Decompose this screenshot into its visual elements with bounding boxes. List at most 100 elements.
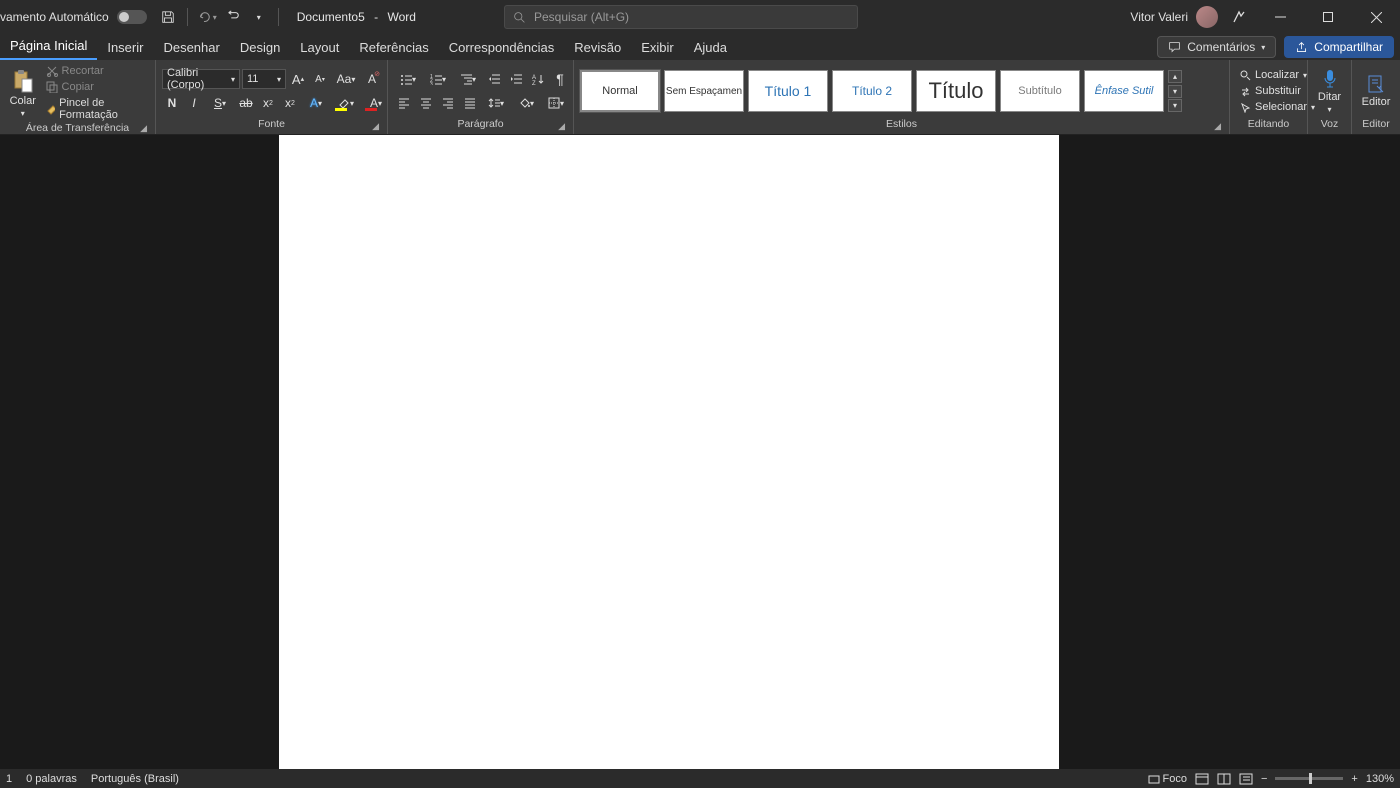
line-spacing-button[interactable]: ▾ xyxy=(482,93,510,113)
bold-button[interactable]: N xyxy=(162,93,182,113)
status-page[interactable]: 1 xyxy=(6,773,12,785)
text-effects-button[interactable]: A▾ xyxy=(302,93,330,113)
bullets-icon xyxy=(400,73,412,85)
tab-design[interactable]: Design xyxy=(230,36,290,60)
styles-down[interactable]: ▾ xyxy=(1168,85,1182,98)
save-button[interactable] xyxy=(155,4,181,30)
tab-view[interactable]: Exibir xyxy=(631,36,684,60)
style-heading1[interactable]: Título 1 xyxy=(748,70,828,112)
tab-references[interactable]: Referências xyxy=(349,36,438,60)
decrease-indent-button[interactable] xyxy=(484,69,504,89)
change-case-button[interactable]: Aa▾ xyxy=(332,69,360,89)
close-button[interactable] xyxy=(1356,0,1396,34)
zoom-slider[interactable] xyxy=(1275,777,1343,780)
sort-button[interactable]: AZ xyxy=(528,69,548,89)
paste-button[interactable]: Colar ▾ xyxy=(6,67,40,120)
style-title[interactable]: Título xyxy=(916,70,996,112)
separator xyxy=(187,8,188,26)
print-layout-button[interactable] xyxy=(1195,773,1209,785)
justify-button[interactable] xyxy=(460,93,480,113)
copy-icon xyxy=(46,81,58,93)
zoom-out-button[interactable]: − xyxy=(1261,773,1267,785)
status-language[interactable]: Português (Brasil) xyxy=(91,773,179,785)
zoom-level[interactable]: 130% xyxy=(1366,773,1394,785)
styles-up[interactable]: ▴ xyxy=(1168,70,1182,83)
read-mode-button[interactable] xyxy=(1217,773,1231,785)
font-launcher[interactable]: ◢ xyxy=(372,121,379,132)
scissors-icon xyxy=(46,65,58,77)
avatar[interactable] xyxy=(1196,6,1218,28)
comments-button[interactable]: Comentários ▾ xyxy=(1157,36,1276,58)
dictate-button[interactable]: Ditar ▾ xyxy=(1314,67,1345,116)
style-heading2[interactable]: Título 2 xyxy=(832,70,912,112)
align-left-button[interactable] xyxy=(394,93,414,113)
tab-insert[interactable]: Inserir xyxy=(97,36,153,60)
shading-button[interactable]: ▾ xyxy=(512,93,540,113)
styles-launcher[interactable]: ◢ xyxy=(1214,121,1221,132)
style-subtitle[interactable]: Subtítulo xyxy=(1000,70,1080,112)
find-button[interactable]: Localizar▾ xyxy=(1236,68,1319,82)
focus-mode-button[interactable]: Foco xyxy=(1148,773,1187,785)
status-words[interactable]: 0 palavras xyxy=(26,773,77,785)
align-center-button[interactable] xyxy=(416,93,436,113)
numbering-button[interactable]: 123▾ xyxy=(424,69,452,89)
zoom-in-button[interactable]: + xyxy=(1351,773,1357,785)
tab-review[interactable]: Revisão xyxy=(564,36,631,60)
clear-format-button[interactable]: A⊘ xyxy=(362,69,382,89)
autosave-toggle[interactable] xyxy=(117,10,147,24)
maximize-button[interactable] xyxy=(1308,0,1348,34)
styles-expand[interactable]: ▾ xyxy=(1168,99,1182,112)
numbering-icon: 123 xyxy=(430,73,442,85)
readmode-icon xyxy=(1217,773,1231,785)
search-input[interactable]: Pesquisar (Alt+G) xyxy=(504,5,858,29)
borders-button[interactable]: ▾ xyxy=(542,93,570,113)
superscript-button[interactable]: x2 xyxy=(280,93,300,113)
document-area[interactable] xyxy=(0,135,1400,769)
tab-help[interactable]: Ajuda xyxy=(684,36,737,60)
styles-more: ▴ ▾ ▾ xyxy=(1168,70,1182,112)
highlight-button[interactable]: ▾ xyxy=(332,93,360,113)
tab-layout[interactable]: Layout xyxy=(290,36,349,60)
multilevel-button[interactable]: ▾ xyxy=(454,69,482,89)
show-marks-button[interactable]: ¶ xyxy=(550,69,570,89)
tab-mailings[interactable]: Correspondências xyxy=(439,36,565,60)
strikethrough-button[interactable]: ab xyxy=(236,93,256,113)
paragraph-launcher[interactable]: ◢ xyxy=(558,121,565,132)
focus-icon xyxy=(1148,773,1160,785)
mic-icon xyxy=(1322,69,1338,89)
copy-button: Copiar xyxy=(42,80,149,94)
tab-home[interactable]: Página Inicial xyxy=(0,34,97,60)
coming-soon-icon[interactable] xyxy=(1226,4,1252,30)
minimize-button[interactable] xyxy=(1260,0,1300,34)
user-area: Vitor Valeri xyxy=(1130,0,1400,34)
replace-button[interactable]: Substituir xyxy=(1236,84,1319,98)
underline-button[interactable]: S▾ xyxy=(206,93,234,113)
style-no-spacing[interactable]: Sem Espaçamen xyxy=(664,70,744,112)
undo-button[interactable]: ▾ xyxy=(194,4,220,30)
style-normal[interactable]: Normal xyxy=(580,70,660,112)
font-color-button[interactable]: A▾ xyxy=(362,93,390,113)
font-name-select[interactable]: Calibri (Corpo)▾ xyxy=(162,69,240,89)
share-button[interactable]: Compartilhar xyxy=(1284,36,1394,58)
qat-customize[interactable]: ▾ xyxy=(246,4,272,30)
web-layout-button[interactable] xyxy=(1239,773,1253,785)
bullets-button[interactable]: ▾ xyxy=(394,69,422,89)
styles-gallery: Normal Sem Espaçamen Título 1 Título 2 T… xyxy=(580,70,1182,112)
search-placeholder: Pesquisar (Alt+G) xyxy=(534,10,629,24)
select-button[interactable]: Selecionar▾ xyxy=(1236,100,1319,114)
editor-button[interactable]: Editor xyxy=(1358,72,1394,110)
align-right-button[interactable] xyxy=(438,93,458,113)
svg-text:2: 2 xyxy=(430,78,433,84)
grow-font-button[interactable]: A▴ xyxy=(288,69,308,89)
style-emphasis[interactable]: Ênfase Sutil xyxy=(1084,70,1164,112)
subscript-button[interactable]: x2 xyxy=(258,93,278,113)
tab-draw[interactable]: Desenhar xyxy=(153,36,229,60)
redo-button[interactable] xyxy=(220,4,246,30)
clipboard-launcher[interactable]: ◢ xyxy=(140,123,147,134)
shrink-font-button[interactable]: A▾ xyxy=(310,69,330,89)
format-painter-button[interactable]: Pincel de Formatação xyxy=(42,96,149,122)
font-size-select[interactable]: 11▾ xyxy=(242,69,286,89)
italic-button[interactable]: I xyxy=(184,93,204,113)
page[interactable] xyxy=(279,135,1059,769)
increase-indent-button[interactable] xyxy=(506,69,526,89)
